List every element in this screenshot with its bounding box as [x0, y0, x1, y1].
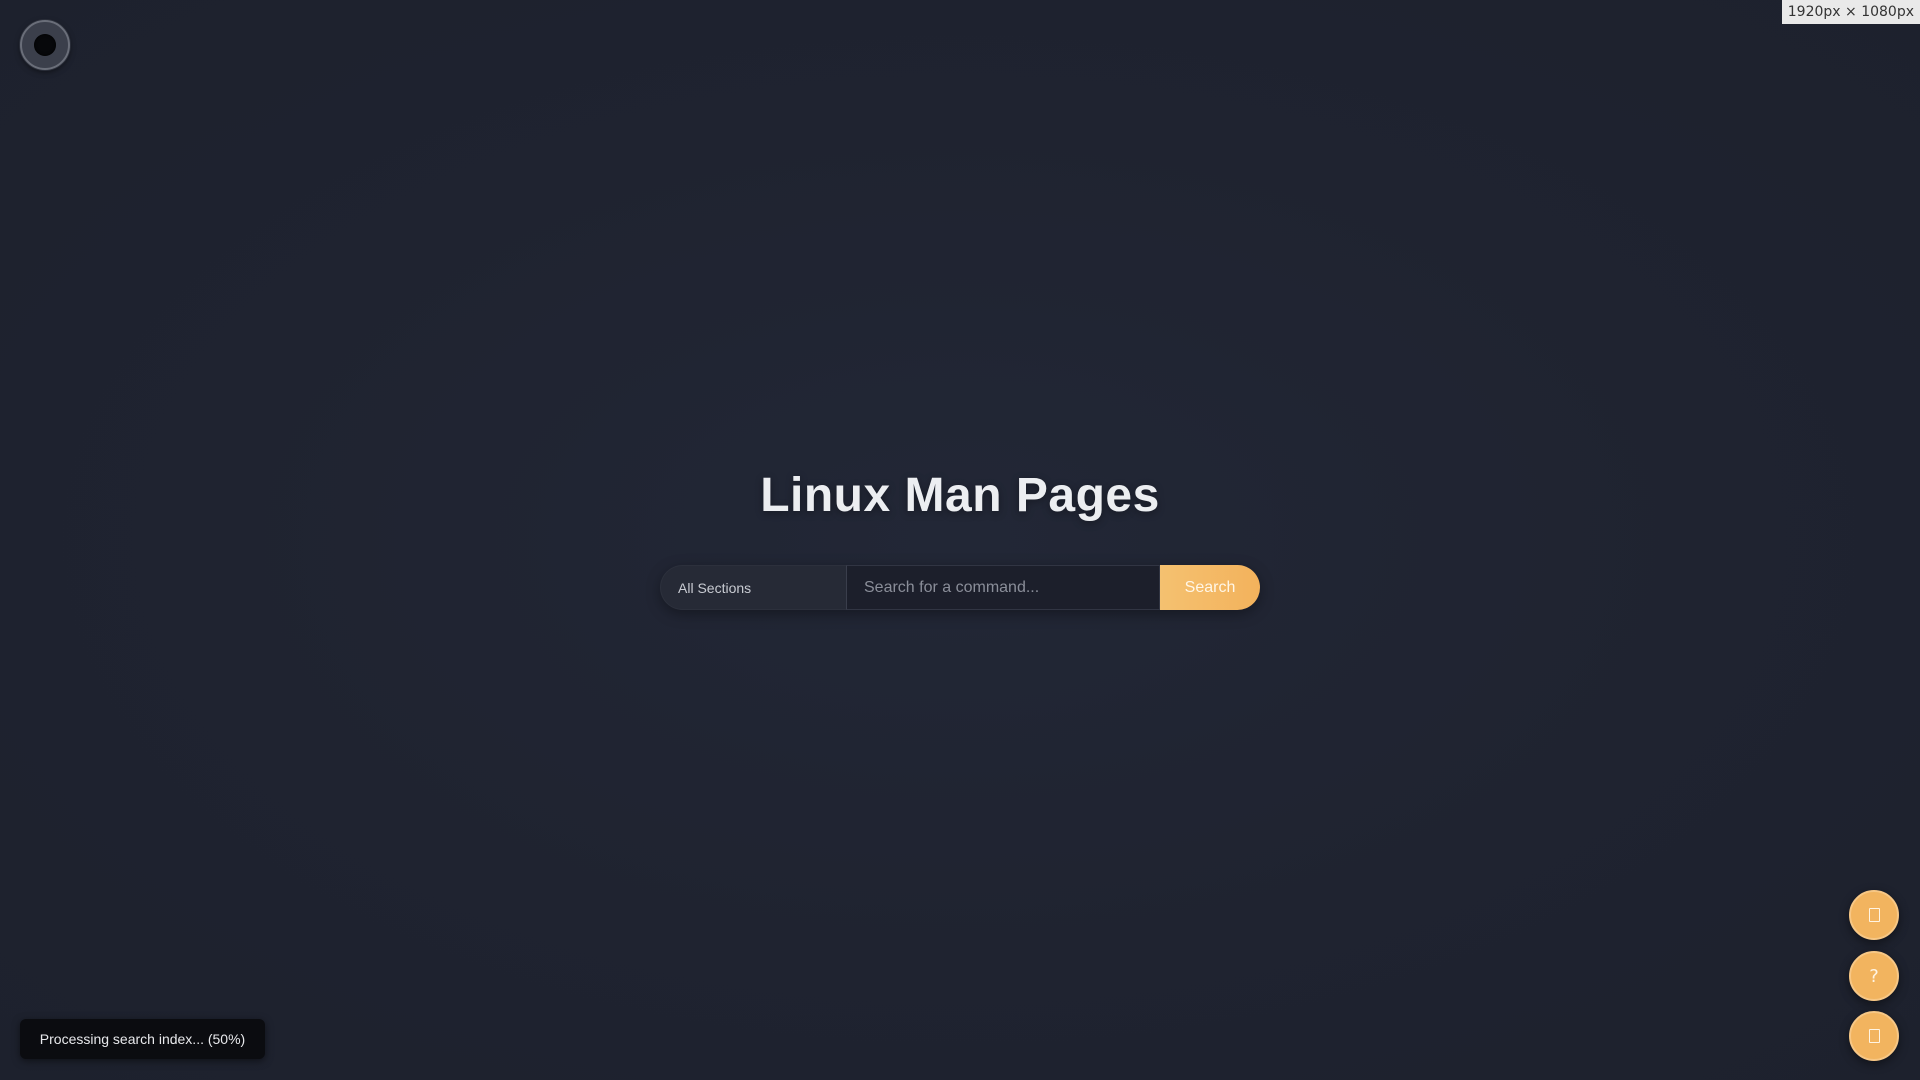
help-button[interactable]: ? — [1849, 951, 1899, 1001]
search-button[interactable]: Search — [1160, 565, 1260, 610]
square-icon — [1868, 908, 1880, 922]
square-icon — [1868, 1029, 1880, 1043]
status-toast: Processing search index... (50%) — [20, 1019, 265, 1059]
search-bar: All Sections Search — [660, 565, 1260, 610]
square-action-button-top[interactable] — [1849, 890, 1899, 940]
viewport-size-badge: 1920px × 1080px — [1781, 0, 1920, 24]
help-icon: ? — [1869, 965, 1879, 987]
page-title: Linux Man Pages — [760, 469, 1160, 522]
square-action-button-bottom[interactable] — [1849, 1011, 1899, 1061]
section-select[interactable]: All Sections — [660, 565, 846, 610]
search-input[interactable] — [846, 565, 1160, 610]
dark-mode-icon — [34, 34, 56, 56]
status-message: Processing search index... (50%) — [39, 1031, 246, 1047]
theme-toggle-button[interactable] — [20, 20, 70, 70]
